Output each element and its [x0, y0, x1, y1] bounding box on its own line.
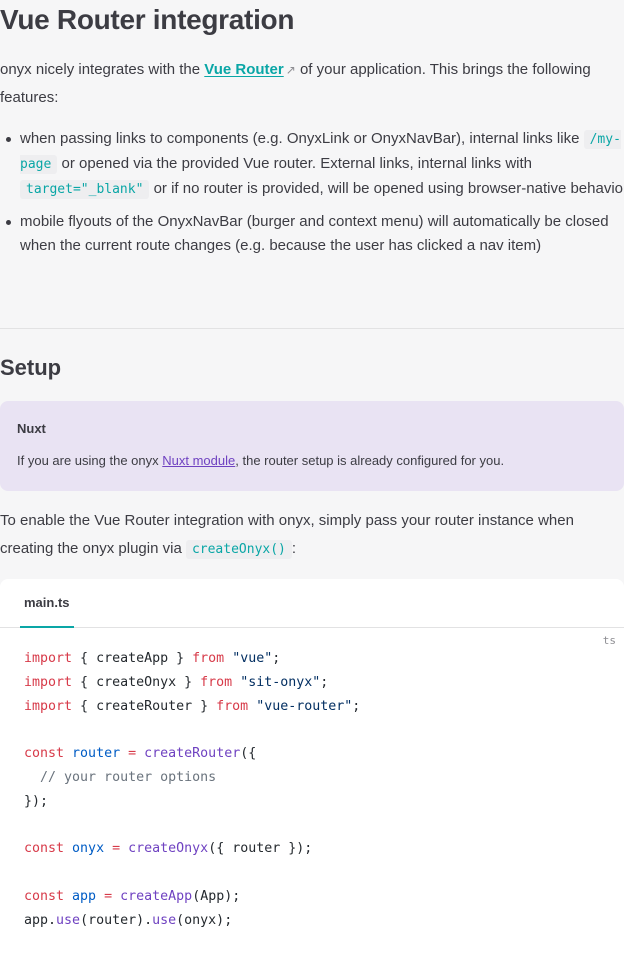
- enable-paragraph: To enable the Vue Router integration wit…: [0, 507, 610, 564]
- code-tab-main-ts[interactable]: main.ts: [20, 579, 74, 628]
- callout-text-after: , the router setup is already configured…: [235, 453, 505, 468]
- code-language-label: ts: [602, 634, 616, 647]
- code-line: const router = createRouter({: [24, 746, 257, 762]
- feature-text: when passing links to components (e.g. O…: [20, 130, 584, 147]
- list-item: mobile flyouts of the OnyxNavBar (burger…: [6, 210, 624, 258]
- code-line: import { createRouter } from "vue-router…: [24, 698, 361, 714]
- code-block: main.ts ts import { createApp } from "vu…: [0, 579, 624, 954]
- code-line: import { createOnyx } from "sit-onyx";: [24, 674, 329, 690]
- feature-text: or opened via the provided Vue router. E…: [57, 155, 533, 172]
- code-line: app.use(router).use(onyx);: [24, 912, 233, 928]
- vue-router-link[interactable]: Vue Router: [204, 61, 283, 78]
- callout-text-before: If you are using the onyx: [17, 453, 163, 468]
- callout-title: Nuxt: [17, 421, 46, 436]
- section-divider: [0, 328, 624, 329]
- code-line: // your router options: [40, 769, 217, 785]
- nuxt-module-link[interactable]: Nuxt module: [162, 453, 235, 468]
- code-tab-bar: main.ts: [0, 579, 624, 628]
- code-line: import { createApp } from "vue";: [24, 651, 281, 666]
- external-link-icon: ↗: [285, 63, 296, 77]
- intro-paragraph: onyx nicely integrates with the Vue Rout…: [0, 56, 610, 112]
- setup-heading: Setup: [0, 355, 62, 380]
- code-line: });: [24, 793, 49, 809]
- nuxt-callout: Nuxt If you are using the onyx Nuxt modu…: [0, 401, 624, 491]
- code-line: const app = createApp(App);: [24, 888, 241, 904]
- enable-text-after: :: [291, 540, 297, 557]
- code-line: const onyx = createOnyx({ router });: [24, 841, 313, 857]
- code-content[interactable]: import { createApp } from "vue"; import …: [24, 647, 360, 933]
- feature-text: or if no router is provided, will be ope…: [149, 180, 624, 197]
- callout-text: If you are using the onyx Nuxt module, t…: [17, 451, 607, 471]
- list-item: when passing links to components (e.g. O…: [6, 127, 624, 202]
- feature-list: when passing links to components (e.g. O…: [0, 127, 624, 266]
- docs-page: Vue Router integration onyx nicely integ…: [0, 0, 624, 954]
- feature-text: mobile flyouts of the OnyxNavBar (burger…: [20, 213, 609, 254]
- inline-code: createOnyx(): [185, 540, 292, 559]
- inline-code: target="_blank": [20, 180, 150, 199]
- intro-text: onyx nicely integrates with the: [0, 61, 205, 78]
- page-title: Vue Router integration: [0, 4, 295, 35]
